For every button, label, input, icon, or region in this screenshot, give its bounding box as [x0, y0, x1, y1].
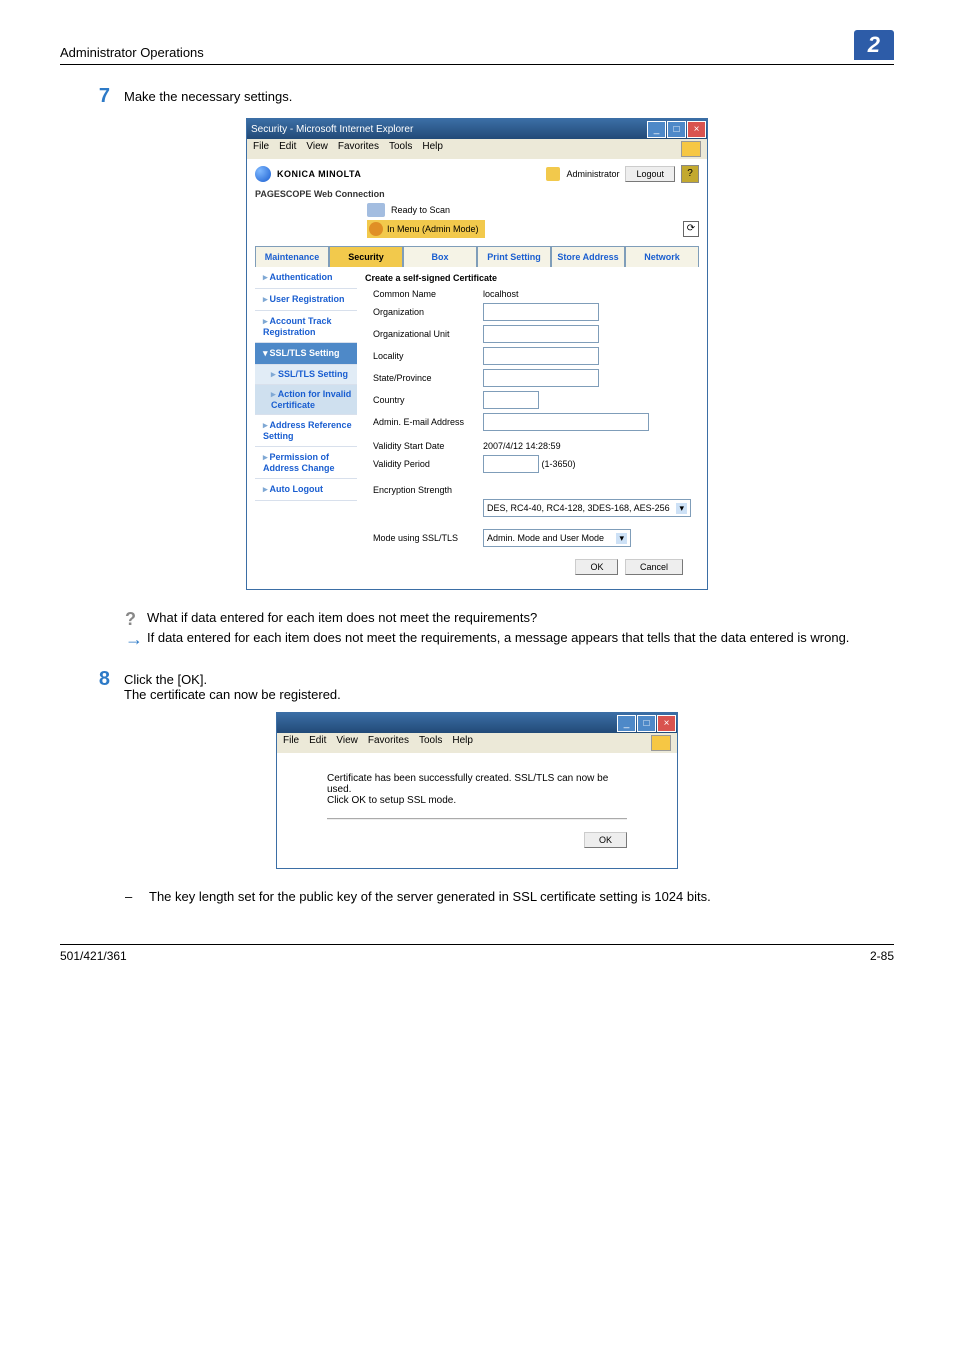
- input-organization[interactable]: [483, 303, 599, 321]
- label-state-province: State/Province: [365, 373, 483, 383]
- close-button[interactable]: ×: [657, 715, 676, 732]
- chevron-down-icon: ▾: [616, 533, 627, 544]
- label-mode-ssl: Mode using SSL/TLS: [365, 533, 483, 543]
- label-encryption-strength: Encryption Strength: [365, 485, 483, 495]
- input-locality[interactable]: [483, 347, 599, 365]
- menu-help[interactable]: Help: [422, 141, 443, 157]
- sidebar-item-account-track-registration[interactable]: ▸Account Track Registration: [255, 311, 357, 343]
- menu-help[interactable]: Help: [452, 735, 473, 751]
- sidebar-item-permission-address-change[interactable]: ▸Permission of Address Change: [255, 447, 357, 479]
- label-organization: Organization: [365, 307, 483, 317]
- input-email[interactable]: [483, 413, 649, 431]
- product-name: PAGESCOPE Web Connection: [247, 189, 707, 199]
- window-title: Security - Microsoft Internet Explorer: [251, 124, 413, 135]
- ready-status: Ready to Scan: [391, 205, 450, 215]
- menu-view[interactable]: View: [336, 735, 358, 751]
- printer-icon: [367, 203, 385, 217]
- minimize-button[interactable]: _: [647, 121, 666, 138]
- sidebar-item-address-reference-setting[interactable]: ▸Address Reference Setting: [255, 415, 357, 447]
- step-8-subtext: The certificate can now be registered.: [124, 687, 894, 702]
- maximize-button[interactable]: □: [637, 715, 656, 732]
- refresh-icon[interactable]: ⟳: [683, 221, 699, 237]
- step-7-number: 7: [60, 85, 124, 108]
- sidebar-item-ssl-tls-setting[interactable]: ▾SSL/TLS Setting: [255, 343, 357, 365]
- km-logo-icon: [255, 166, 271, 182]
- menu-file[interactable]: File: [283, 735, 299, 751]
- confirm-message-2: Click OK to setup SSL mode.: [327, 795, 627, 806]
- ie-flag-icon: [651, 735, 671, 751]
- input-state-province[interactable]: [483, 369, 599, 387]
- menu-edit[interactable]: Edit: [279, 141, 296, 157]
- form-section-title: Create a self-signed Certificate: [365, 273, 691, 283]
- step-8-text: Click the [OK].: [124, 672, 894, 687]
- answer-arrow-icon: →: [125, 630, 147, 648]
- chevron-down-icon: ▾: [676, 503, 687, 514]
- help-button[interactable]: ?: [681, 165, 699, 183]
- menu-view[interactable]: View: [306, 141, 328, 157]
- note-dash: –: [125, 889, 149, 904]
- ok-button[interactable]: OK: [584, 832, 627, 848]
- tab-print-setting[interactable]: Print Setting: [477, 246, 551, 267]
- value-validity-start: 2007/4/12 14:28:59: [483, 441, 691, 451]
- hint-validity-period: (1-3650): [542, 459, 576, 469]
- step-8-number: 8: [60, 668, 124, 702]
- tab-maintenance[interactable]: Maintenance: [255, 246, 329, 267]
- label-country: Country: [365, 395, 483, 405]
- sidebar-item-user-registration[interactable]: ▸User Registration: [255, 289, 357, 311]
- administrator-label: Administrator: [566, 169, 619, 179]
- screenshot-security-window: Security - Microsoft Internet Explorer _…: [246, 118, 708, 590]
- sidebar-sub-ssl-tls-setting[interactable]: ▸ SSL/TLS Setting: [255, 365, 357, 385]
- menu-tools[interactable]: Tools: [389, 141, 412, 157]
- menu-favorites[interactable]: Favorites: [338, 141, 379, 157]
- question-icon: ?: [125, 610, 147, 628]
- km-brand-text: KONICA MINOLTA: [277, 169, 361, 179]
- menu-tools[interactable]: Tools: [419, 735, 442, 751]
- mode-text: In Menu (Admin Mode): [387, 224, 479, 234]
- close-button[interactable]: ×: [687, 121, 706, 138]
- question-text: What if data entered for each item does …: [147, 610, 894, 625]
- tab-box[interactable]: Box: [403, 246, 477, 267]
- ok-button[interactable]: OK: [575, 559, 618, 575]
- screenshot-confirm-window: _ □ × File Edit View Favorites Tools Hel…: [276, 712, 678, 869]
- label-email: Admin. E-mail Address: [365, 417, 483, 427]
- cancel-button[interactable]: Cancel: [625, 559, 683, 575]
- menu-file[interactable]: File: [253, 141, 269, 157]
- footer-left: 501/421/361: [60, 949, 127, 963]
- label-validity-start: Validity Start Date: [365, 441, 483, 451]
- menu-favorites[interactable]: Favorites: [368, 735, 409, 751]
- sidebar-sub-action-invalid-cert[interactable]: ▸ Action for Invalid Certificate: [255, 385, 357, 415]
- mode-warning-icon: [369, 222, 383, 236]
- label-validity-period: Validity Period: [365, 459, 483, 469]
- label-organizational-unit: Organizational Unit: [365, 329, 483, 339]
- sidebar-item-auto-logout[interactable]: ▸Auto Logout: [255, 479, 357, 501]
- label-locality: Locality: [365, 351, 483, 361]
- tab-store-address[interactable]: Store Address: [551, 246, 625, 267]
- note-text: The key length set for the public key of…: [149, 889, 711, 904]
- tab-security[interactable]: Security: [329, 246, 403, 267]
- select-mode-ssl[interactable]: Admin. Mode and User Mode▾: [483, 529, 631, 547]
- value-common-name: localhost: [483, 289, 691, 299]
- section-number-badge: 2: [854, 30, 894, 60]
- footer-right: 2-85: [870, 949, 894, 963]
- confirm-message-1: Certificate has been successfully create…: [327, 773, 627, 795]
- select-encryption-strength[interactable]: DES, RC4-40, RC4-128, 3DES-168, AES-256▾: [483, 499, 691, 517]
- input-country[interactable]: [483, 391, 539, 409]
- breadcrumb: Administrator Operations: [60, 45, 204, 60]
- input-organizational-unit[interactable]: [483, 325, 599, 343]
- administrator-icon: [546, 167, 560, 181]
- tab-network[interactable]: Network: [625, 246, 699, 267]
- step-7-text: Make the necessary settings.: [124, 89, 894, 104]
- minimize-button[interactable]: _: [617, 715, 636, 732]
- maximize-button[interactable]: □: [667, 121, 686, 138]
- label-common-name: Common Name: [365, 289, 483, 299]
- sidebar-item-authentication[interactable]: ▸Authentication: [255, 267, 357, 289]
- logout-button[interactable]: Logout: [625, 166, 675, 182]
- menu-edit[interactable]: Edit: [309, 735, 326, 751]
- ie-flag-icon: [681, 141, 701, 157]
- input-validity-period[interactable]: [483, 455, 539, 473]
- answer-text: If data entered for each item does not m…: [147, 630, 894, 645]
